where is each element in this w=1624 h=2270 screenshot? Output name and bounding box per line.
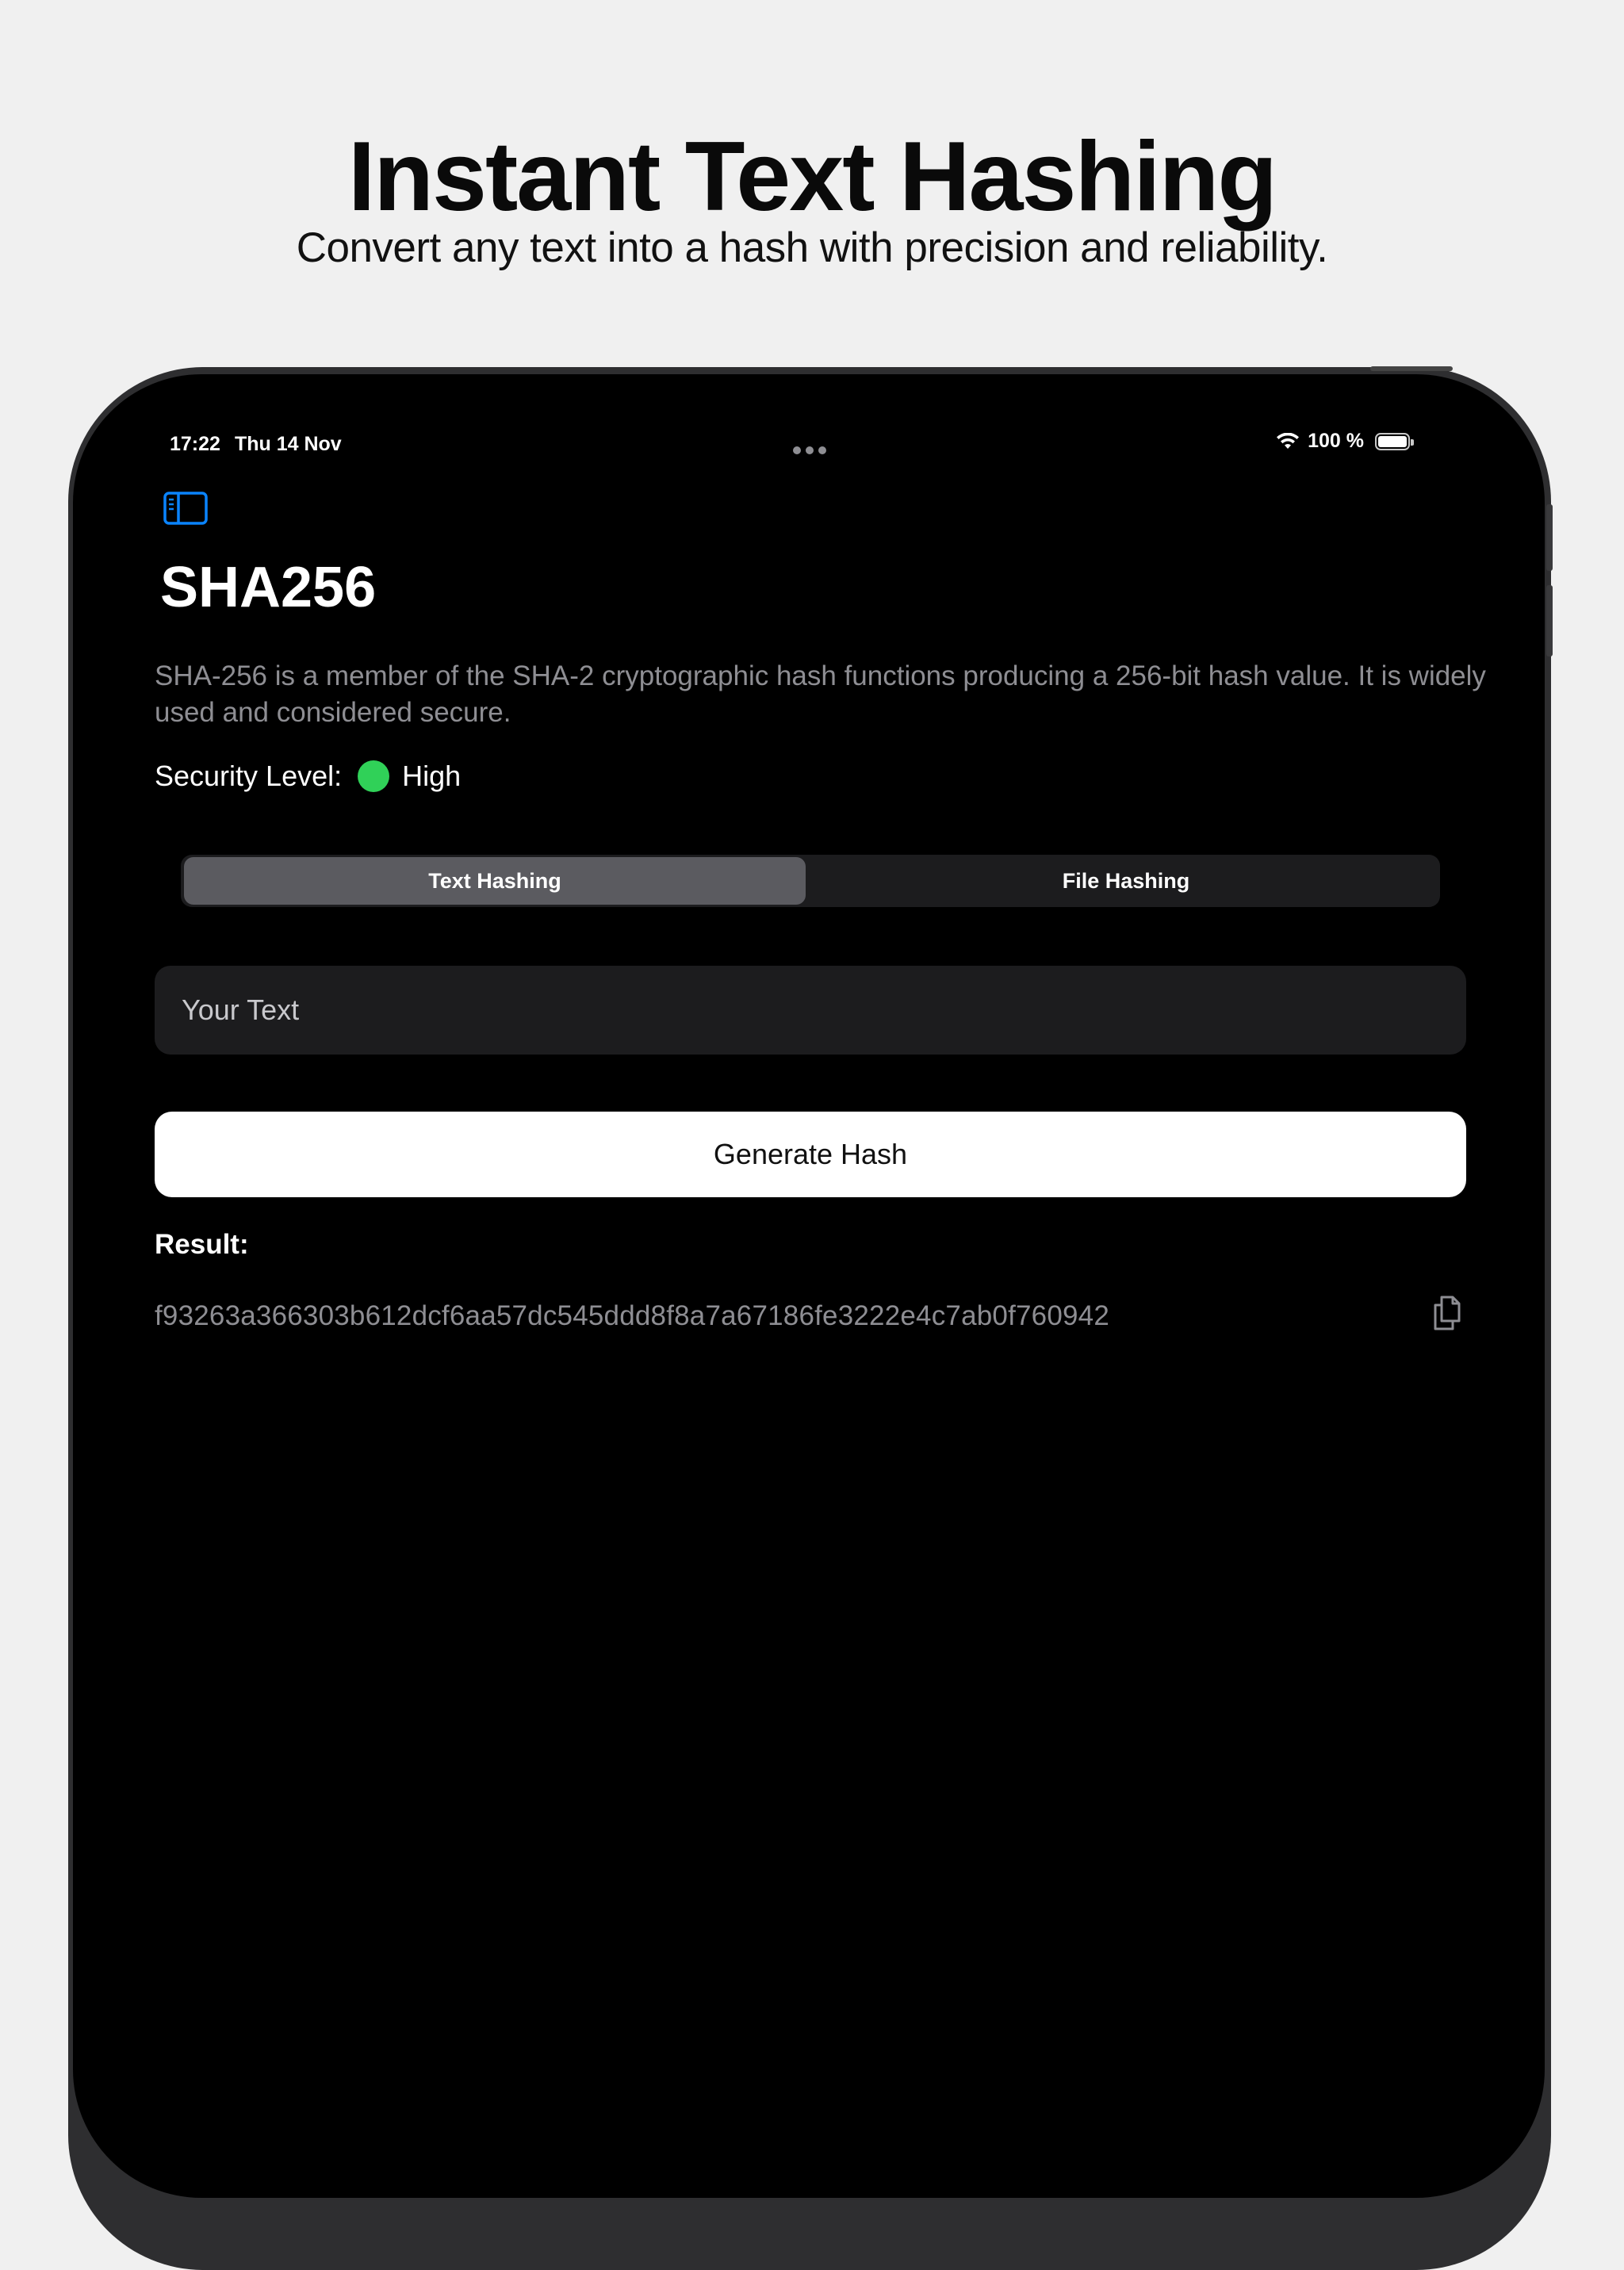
text-input-placeholder: Your Text [182,993,300,1026]
algorithm-description: SHA-256 is a member of the SHA-2 cryptog… [155,660,1486,728]
status-bar-right: 100 % [1276,430,1414,453]
battery-percent: 100 % [1308,430,1364,452]
copy-icon[interactable] [1429,1292,1467,1334]
mode-segmented-control: Text Hashing File Hashing [181,855,1440,907]
device-volume-down [1546,585,1553,657]
sidebar-toggle-icon[interactable] [163,492,208,525]
status-time: 17:22 [170,433,220,455]
generate-hash-button[interactable]: Generate Hash [155,1112,1466,1197]
multitasking-dots-icon[interactable] [793,444,831,454]
security-label: Security Level: [155,760,343,792]
status-bar-time: 17:22 Thu 14 Nov [170,433,342,456]
security-level: Security Level: High [155,760,461,793]
device-top-button [1370,366,1453,371]
segment-file-hashing[interactable]: File Hashing [815,857,1437,905]
device-volume-up [1546,504,1553,571]
page-title: SHA256 [160,556,377,619]
security-value: High [402,760,462,792]
result-hash-value: f93263a366303b612dcf6aa57dc545ddd8f8a7a6… [155,1300,1109,1331]
promo-subline: Convert any text into a hash with precis… [296,224,1328,271]
status-date: Thu 14 Nov [234,433,342,455]
device-screen: 17:22 Thu 14 Nov 100 % SHA256 SHA-256 is … [73,374,1545,2198]
wifi-icon [1277,432,1300,449]
segment-text-hashing[interactable]: Text Hashing [184,857,806,905]
battery-icon [1375,432,1414,450]
result-label: Result: [155,1229,249,1260]
promo-headline: Instant Text Hashing [347,122,1277,232]
security-indicator-dot [358,760,390,792]
text-input-field[interactable]: Your Text [155,966,1466,1055]
